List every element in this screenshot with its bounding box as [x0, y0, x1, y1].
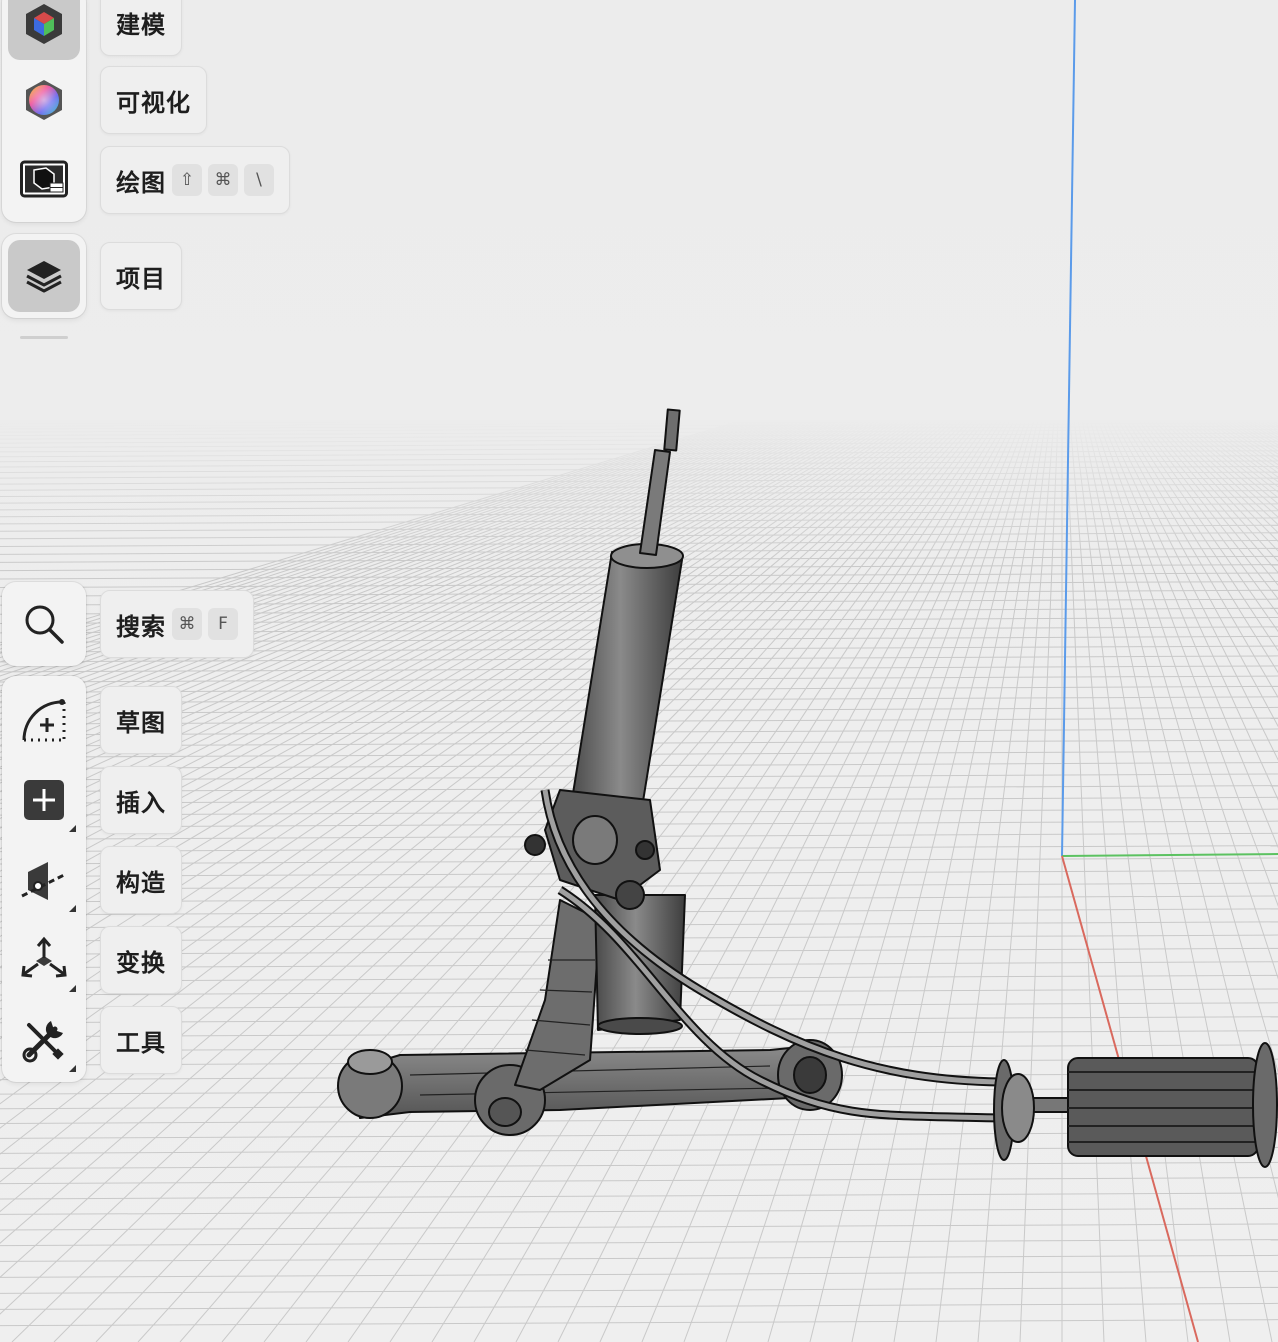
transform-tool[interactable]: [8, 924, 80, 996]
shortcut-command-key: ⌘: [208, 164, 238, 196]
drawing-label-text: 绘图: [116, 169, 166, 197]
search-icon: [25, 605, 64, 644]
shortcut-command-key: ⌘: [172, 608, 202, 640]
sketch-label[interactable]: 草图: [100, 686, 182, 754]
tools-label-text: 工具: [116, 1029, 166, 1057]
drawing-sheet-icon: [20, 160, 68, 198]
shortcut-f-key: F: [208, 608, 238, 640]
search-label[interactable]: 搜索 ⌘ F: [100, 590, 254, 658]
visualization-tool[interactable]: [8, 64, 80, 136]
modeling-label[interactable]: 建模: [100, 0, 182, 56]
sketch-label-text: 草图: [116, 709, 166, 737]
transform-label-text: 变换: [116, 949, 166, 977]
search-tool[interactable]: [8, 588, 80, 660]
insert-plus-icon: [24, 780, 64, 820]
sketch-arc-icon: [22, 699, 66, 742]
tools-panel: [2, 676, 86, 1082]
sketch-tool[interactable]: [8, 684, 80, 756]
transform-label[interactable]: 变换: [100, 926, 182, 994]
drawing-label[interactable]: 绘图 ⇧ ⌘ \: [100, 146, 290, 214]
construct-tool[interactable]: [8, 844, 80, 916]
workspace-panel: [2, 0, 86, 222]
search-label-text: 搜索: [116, 613, 166, 641]
project-label[interactable]: 项目: [100, 242, 182, 310]
construct-label[interactable]: 构造: [100, 846, 182, 914]
insert-label[interactable]: 插入: [100, 766, 182, 834]
project-tool[interactable]: [8, 240, 80, 312]
project-panel: [2, 234, 86, 318]
tools-wrench-icon: [22, 1021, 64, 1063]
transform-arrows-icon: [21, 936, 67, 978]
submenu-indicator: [69, 1065, 76, 1072]
panel-divider: [20, 336, 68, 339]
visualization-color-wheel-icon: [26, 80, 62, 120]
insert-label-text: 插入: [116, 789, 166, 817]
modeling-cube-icon: [26, 4, 62, 44]
tools-label[interactable]: 工具: [100, 1006, 182, 1074]
project-label-text: 项目: [116, 265, 166, 293]
modeling-label-text: 建模: [116, 11, 166, 39]
layers-icon: [26, 261, 62, 293]
submenu-indicator: [69, 985, 76, 992]
insert-tool[interactable]: [8, 764, 80, 836]
construct-plane-icon: [21, 862, 67, 900]
submenu-indicator: [69, 825, 76, 832]
visualization-label[interactable]: 可视化: [100, 66, 207, 134]
tools-tool[interactable]: [8, 1004, 80, 1076]
modeling-tool[interactable]: [8, 0, 80, 60]
shortcut-shift-key: ⇧: [172, 164, 202, 196]
drawing-tool[interactable]: [8, 144, 80, 216]
visualization-label-text: 可视化: [116, 89, 191, 117]
search-panel: [2, 582, 86, 666]
construct-label-text: 构造: [116, 869, 166, 897]
shortcut-backslash-key: \: [244, 164, 274, 196]
submenu-indicator: [69, 905, 76, 912]
